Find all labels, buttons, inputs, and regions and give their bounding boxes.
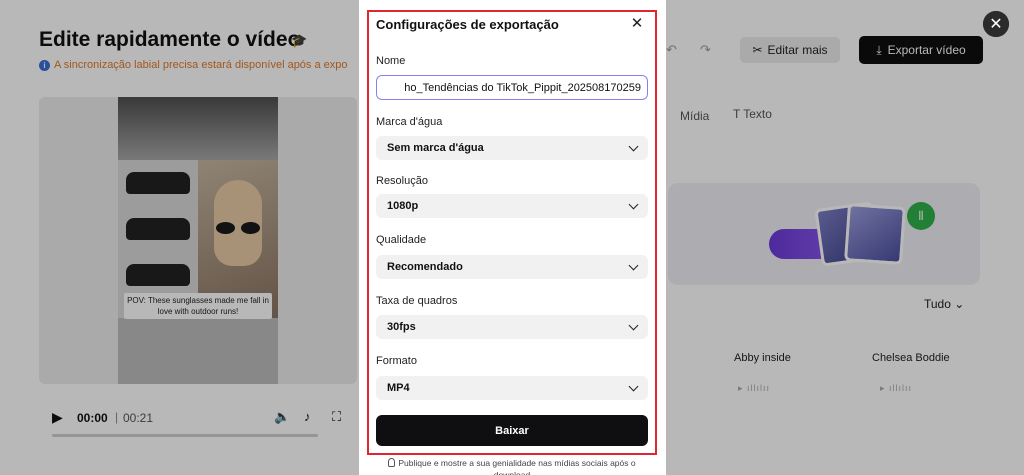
- resolution-select[interactable]: 1080p: [376, 194, 648, 218]
- quality-select[interactable]: Recomendado: [376, 255, 648, 279]
- quality-label: Qualidade: [376, 234, 427, 246]
- framerate-label: Taxa de quadros: [376, 295, 458, 307]
- chevron-down-icon: [628, 260, 639, 270]
- framerate-select[interactable]: 30fps: [376, 315, 648, 339]
- lightbulb-icon: [388, 458, 396, 467]
- chevron-down-icon: [628, 141, 639, 151]
- footer-note: Publique e mostre a sua genialidade nas …: [376, 458, 648, 468]
- close-icon[interactable]: ✕: [983, 11, 1009, 37]
- format-label: Formato: [376, 355, 417, 367]
- footer-note-text: Publique e mostre a sua genialidade nas …: [398, 458, 636, 468]
- chevron-down-icon: [628, 199, 639, 209]
- watermark-value: Sem marca d'água: [387, 142, 484, 154]
- resolution-label: Resolução: [376, 175, 428, 187]
- format-select[interactable]: MP4: [376, 376, 648, 400]
- file-name-input[interactable]: ho_Tendências do TikTok_Pippit_202508170…: [376, 75, 648, 100]
- format-value: MP4: [387, 382, 410, 394]
- footer-note-continued: download: [493, 470, 531, 475]
- export-settings-modal: Configurações de exportação ✕ Nome ho_Te…: [359, 0, 666, 475]
- resolution-value: 1080p: [387, 200, 419, 212]
- chevron-down-icon: [628, 320, 639, 330]
- close-icon[interactable]: ✕: [629, 16, 645, 32]
- watermark-label: Marca d'água: [376, 116, 443, 128]
- quality-value: Recomendado: [387, 261, 463, 273]
- download-button[interactable]: Baixar: [376, 415, 648, 446]
- chevron-down-icon: [628, 381, 639, 391]
- watermark-select[interactable]: Sem marca d'água: [376, 136, 648, 160]
- file-name-value: ho_Tendências do TikTok_Pippit_202508170…: [404, 81, 641, 94]
- modal-title: Configurações de exportação: [376, 17, 559, 32]
- name-label: Nome: [376, 55, 406, 67]
- framerate-value: 30fps: [387, 321, 416, 333]
